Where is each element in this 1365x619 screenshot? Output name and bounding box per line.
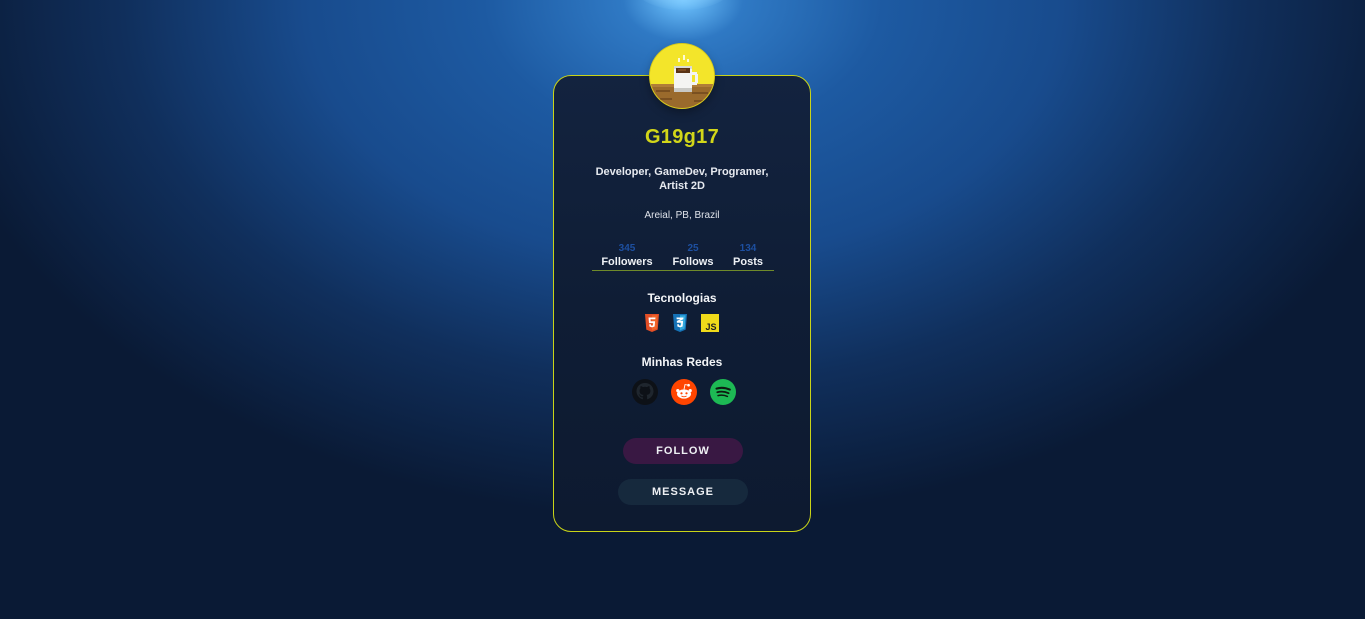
bio-text: Developer, GameDev, Programer, Artist 2D [595, 166, 769, 192]
stat-posts[interactable]: 134 Posts [713, 243, 783, 269]
spotify-icon[interactable] [710, 379, 736, 405]
profile-card: G19g17 Developer, GameDev, Programer, Ar… [553, 44, 811, 532]
html5-icon [645, 314, 659, 332]
stat-label: Posts [733, 256, 763, 268]
reddit-icon[interactable] [671, 379, 697, 405]
follow-button[interactable]: FOLLOW [623, 438, 743, 464]
message-button[interactable]: MESSAGE [618, 479, 748, 505]
networks-icons [630, 379, 740, 407]
technologies-title: Tecnologias [647, 291, 717, 305]
stat-followers[interactable]: 345 Followers [592, 243, 662, 269]
javascript-icon: JS [701, 314, 719, 332]
javascript-icon-label: JS [705, 322, 716, 332]
technologies-icons: JS [644, 314, 724, 334]
location-text: Areial, PB, Brazil [644, 210, 720, 221]
username: G19g17 [644, 126, 720, 148]
networks-title: Minhas Redes [641, 355, 723, 369]
pixel-coffee-cup-icon [650, 44, 714, 108]
avatar[interactable] [650, 44, 714, 108]
stat-value: 345 [618, 243, 636, 254]
background-light-glow [633, 0, 733, 10]
stats-bar: 345 Followers 25 Follows 134 Posts [592, 243, 774, 271]
github-icon[interactable] [632, 379, 658, 405]
stat-value: 134 [739, 243, 757, 254]
stat-label: Followers [601, 256, 653, 268]
css3-icon [673, 314, 687, 332]
